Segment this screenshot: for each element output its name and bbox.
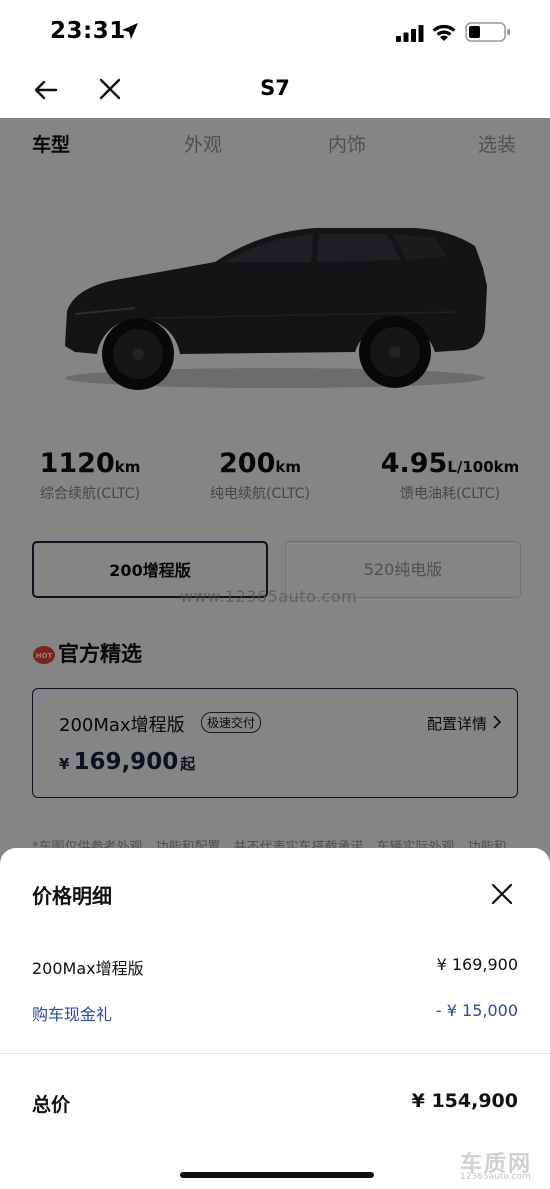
sheet-title: 价格明细 bbox=[32, 884, 112, 908]
cash-gift-value: - ¥ 15,000 bbox=[435, 1001, 518, 1020]
logo-watermark-url: 12365auto.com bbox=[460, 1172, 531, 1182]
price-row-value: ¥ 169,900 bbox=[436, 955, 518, 974]
status-bar: 23:31 bbox=[0, 0, 550, 62]
page-title: S7 bbox=[260, 76, 290, 100]
cellular-signal-icon bbox=[396, 25, 424, 42]
price-detail-sheet: 价格明细 200Max增程版 ¥ 169,900 购车现金礼 - ¥ 15,00… bbox=[0, 848, 550, 1189]
price-row-label: 200Max增程版 bbox=[32, 959, 144, 978]
home-indicator[interactable] bbox=[180, 1172, 374, 1178]
battery-icon bbox=[465, 22, 510, 42]
status-time: 23:31 bbox=[50, 18, 126, 44]
total-label: 总价 bbox=[32, 1094, 71, 1116]
total-value: ¥ 154,900 bbox=[411, 1090, 518, 1112]
location-arrow-icon bbox=[122, 23, 138, 39]
nav-bar: S7 bbox=[0, 62, 550, 118]
wifi-icon bbox=[432, 24, 456, 41]
site-logo-watermark: 车质网 12365auto.com bbox=[452, 1146, 548, 1186]
close-icon[interactable] bbox=[490, 882, 514, 906]
divider bbox=[0, 1053, 550, 1054]
cash-gift-label: 购车现金礼 bbox=[32, 1005, 113, 1024]
